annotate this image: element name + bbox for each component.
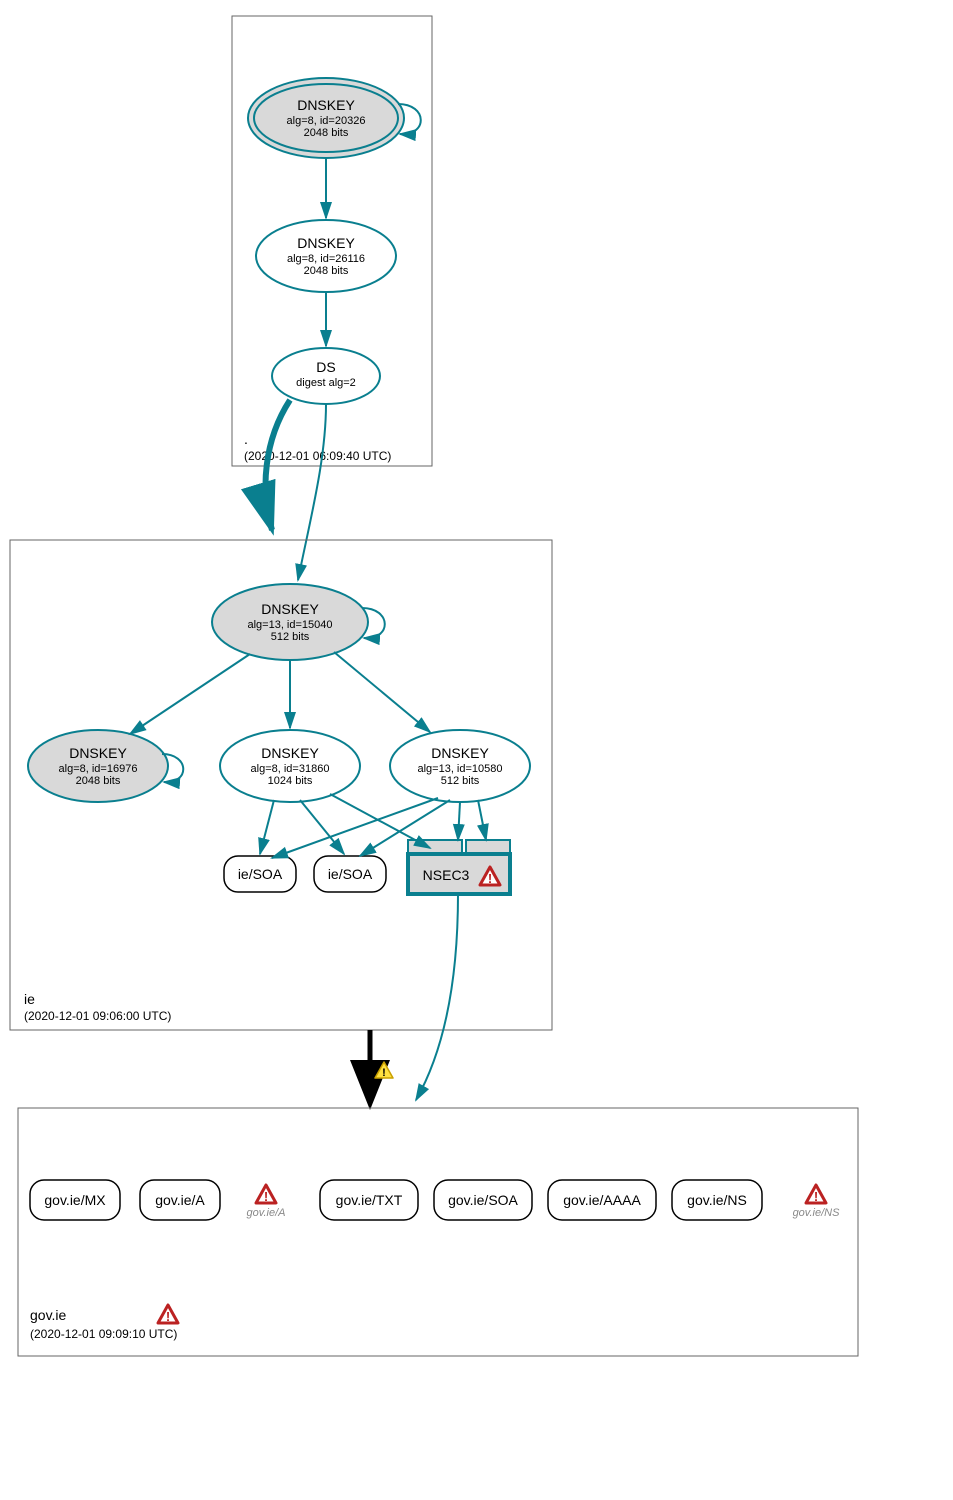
svg-text:gov.ie/MX: gov.ie/MX	[44, 1192, 106, 1208]
zone-ie-label: ie	[24, 991, 35, 1007]
svg-text:alg=13, id=15040: alg=13, id=15040	[247, 619, 332, 631]
svg-text:512 bits: 512 bits	[441, 775, 480, 787]
node-nsec3: NSEC3	[408, 840, 510, 894]
svg-text:DNSKEY: DNSKEY	[431, 745, 489, 761]
svg-text:2048 bits: 2048 bits	[304, 265, 349, 277]
svg-text:NSEC3: NSEC3	[423, 867, 470, 883]
svg-text:alg=8, id=20326: alg=8, id=20326	[287, 115, 366, 127]
svg-text:alg=8, id=16976: alg=8, id=16976	[59, 763, 138, 775]
node-ie-key1: DNSKEY alg=8, id=16976 2048 bits	[28, 730, 168, 802]
node-ie-key3: DNSKEY alg=13, id=10580 512 bits	[390, 730, 530, 802]
warning-icon	[375, 1062, 393, 1079]
svg-text:DNSKEY: DNSKEY	[297, 97, 355, 113]
svg-text:gov.ie/A: gov.ie/A	[247, 1207, 286, 1219]
svg-text:gov.ie/NS: gov.ie/NS	[687, 1192, 747, 1208]
rrset-soa: gov.ie/SOA	[434, 1180, 532, 1220]
edge-nsec3-to-gov	[416, 894, 458, 1100]
svg-text:alg=8, id=26116: alg=8, id=26116	[287, 253, 365, 265]
svg-text:2048 bits: 2048 bits	[76, 775, 121, 787]
node-root-ksk: DNSKEY alg=8, id=20326 2048 bits	[248, 78, 404, 158]
node-root-ds: DS digest alg=2	[272, 348, 380, 404]
svg-text:512 bits: 512 bits	[271, 631, 310, 643]
svg-text:gov.ie/AAAA: gov.ie/AAAA	[563, 1192, 641, 1208]
svg-text:DS: DS	[316, 359, 335, 375]
svg-text:gov.ie/NS: gov.ie/NS	[793, 1207, 841, 1219]
zone-gov-timestamp: (2020-12-01 09:09:10 UTC)	[30, 1327, 177, 1341]
svg-text:digest alg=2: digest alg=2	[296, 377, 356, 389]
rrset-mx: gov.ie/MX	[30, 1180, 120, 1220]
zone-root-label: .	[244, 431, 248, 447]
svg-text:DNSKEY: DNSKEY	[297, 235, 355, 251]
node-ie-soa2: ie/SOA	[314, 856, 386, 892]
zone-ie-timestamp: (2020-12-01 09:06:00 UTC)	[24, 1009, 171, 1023]
zone-gov: gov.ie (2020-12-01 09:09:10 UTC) gov.ie/…	[18, 1108, 858, 1356]
node-ie-ksk: DNSKEY alg=13, id=15040 512 bits	[212, 584, 368, 660]
zone-root: . (2020-12-01 06:09:40 UTC) DNSKEY alg=8…	[232, 16, 432, 466]
svg-text:gov.ie/SOA: gov.ie/SOA	[448, 1192, 518, 1208]
svg-text:1024 bits: 1024 bits	[268, 775, 313, 787]
rrset-txt: gov.ie/TXT	[320, 1180, 418, 1220]
edge-ieksk-k3	[334, 652, 430, 732]
edge-ds-to-ie-thick	[266, 400, 290, 530]
svg-text:gov.ie/A: gov.ie/A	[155, 1192, 205, 1208]
error-icon	[158, 1305, 178, 1324]
svg-text:alg=8, id=31860: alg=8, id=31860	[251, 763, 330, 775]
svg-text:ie/SOA: ie/SOA	[328, 866, 373, 882]
svg-text:alg=13, id=10580: alg=13, id=10580	[417, 763, 502, 775]
error-ns: gov.ie/NS	[793, 1185, 841, 1219]
error-a: gov.ie/A	[247, 1185, 286, 1219]
svg-text:ie/SOA: ie/SOA	[238, 866, 283, 882]
zone-gov-label: gov.ie	[30, 1307, 67, 1323]
svg-text:gov.ie/TXT: gov.ie/TXT	[336, 1192, 403, 1208]
svg-text:DNSKEY: DNSKEY	[261, 745, 319, 761]
node-ie-key2: DNSKEY alg=8, id=31860 1024 bits	[220, 730, 360, 802]
rrset-ns: gov.ie/NS	[672, 1180, 762, 1220]
svg-text:DNSKEY: DNSKEY	[261, 601, 319, 617]
rrset-aaaa: gov.ie/AAAA	[548, 1180, 656, 1220]
zone-ie: ie (2020-12-01 09:06:00 UTC) DNSKEY alg=…	[10, 540, 552, 1030]
node-root-zsk: DNSKEY alg=8, id=26116 2048 bits	[256, 220, 396, 292]
svg-text:DNSKEY: DNSKEY	[69, 745, 127, 761]
rrset-a: gov.ie/A	[140, 1180, 220, 1220]
svg-text:2048 bits: 2048 bits	[304, 127, 349, 139]
edge-ieksk-k1	[130, 654, 250, 734]
edge-ds-to-ie	[298, 404, 326, 580]
node-ie-soa1: ie/SOA	[224, 856, 296, 892]
